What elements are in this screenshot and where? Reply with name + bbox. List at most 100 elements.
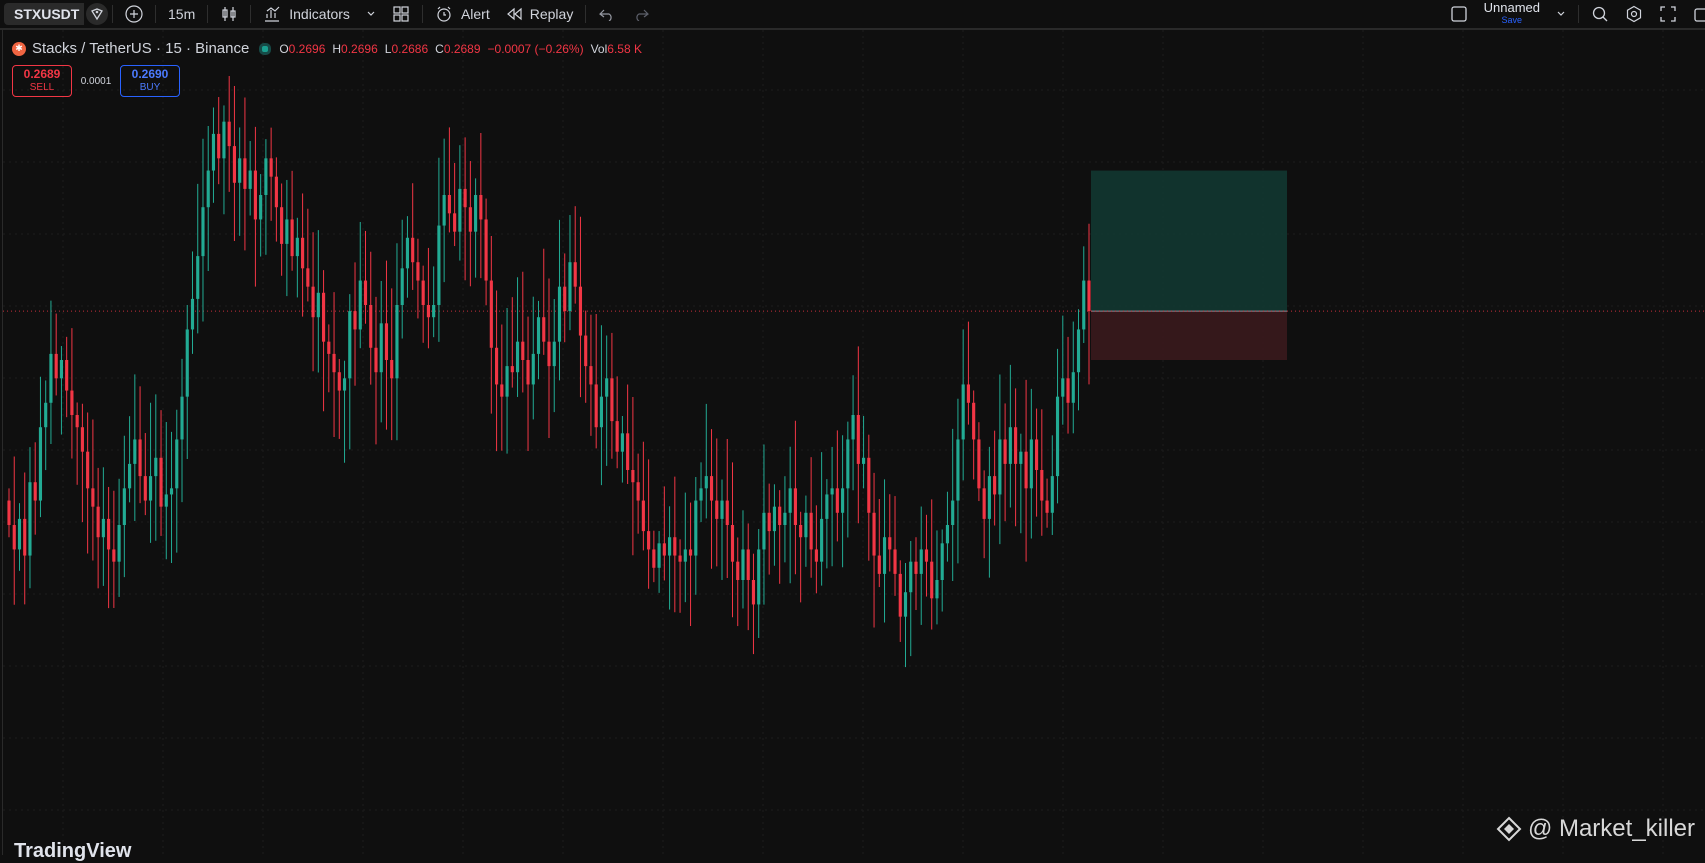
- candle-body: [746, 549, 750, 580]
- candle-body: [584, 335, 588, 367]
- symbol-title[interactable]: Stacks / TetherUS · 15 · Binance: [32, 40, 249, 57]
- candle-body: [154, 457, 158, 477]
- candle-body: [610, 378, 614, 422]
- candle-body: [1019, 451, 1023, 464]
- candle-body: [390, 360, 394, 379]
- candle-body: [159, 457, 163, 507]
- fullscreen-button[interactable]: [1651, 0, 1685, 28]
- candle-body: [930, 561, 934, 599]
- candle-body: [484, 219, 488, 281]
- indicators-dropdown[interactable]: [358, 0, 384, 28]
- candle-body: [54, 353, 58, 379]
- candle-body: [122, 488, 126, 525]
- chart-type-button[interactable]: [212, 0, 246, 28]
- replay-button[interactable]: Replay: [498, 0, 582, 28]
- chevron-down-icon: [1557, 11, 1565, 16]
- candles-series: [7, 76, 1091, 668]
- add-symbol-button[interactable]: [117, 0, 151, 28]
- candle-body: [631, 470, 635, 483]
- candle-body: [405, 237, 410, 269]
- candle-body: [442, 195, 446, 226]
- candle-body: [762, 512, 766, 550]
- templates-button[interactable]: [384, 0, 418, 28]
- candle-body: [44, 402, 48, 428]
- candle-body: [500, 384, 504, 397]
- candle-body: [673, 537, 677, 556]
- settings-button[interactable]: [1617, 0, 1651, 28]
- buy-button[interactable]: 0.2690 BUY: [120, 65, 180, 97]
- candle-body: [164, 494, 168, 507]
- candle-body: [1082, 280, 1086, 330]
- candle-body: [495, 347, 499, 385]
- candle-body: [180, 396, 184, 440]
- candle-body: [536, 317, 541, 354]
- candle-body: [374, 347, 378, 373]
- candle-body: [33, 482, 37, 501]
- search-icon: [1592, 6, 1608, 22]
- candle-body: [426, 305, 430, 318]
- layout-dropdown[interactable]: [1548, 0, 1574, 28]
- candle-body: [856, 415, 860, 464]
- candle-body: [49, 353, 53, 403]
- symbol-search-button[interactable]: STXUSDT: [4, 3, 84, 25]
- candle-body: [935, 580, 939, 599]
- candle-body: [75, 415, 79, 428]
- screenshot-button[interactable]: [1685, 0, 1705, 28]
- chart-grid: [3, 30, 1705, 855]
- tag-icon[interactable]: [86, 3, 108, 25]
- candle-body: [715, 500, 719, 519]
- indicators-icon: [265, 6, 280, 22]
- candle-body: [222, 121, 226, 159]
- open-label: O: [279, 41, 289, 56]
- candle-body: [128, 463, 132, 489]
- undo-button[interactable]: [590, 0, 624, 28]
- candle-body: [893, 549, 897, 574]
- candle-body: [411, 237, 415, 263]
- candle-body: [563, 286, 567, 312]
- candle-body: [589, 366, 593, 385]
- candle-body: [961, 384, 965, 440]
- candle-body: [148, 476, 153, 501]
- save-link[interactable]: Save: [1502, 14, 1523, 26]
- divider: [207, 5, 209, 23]
- candle-body: [730, 525, 735, 562]
- candle-body: [1066, 378, 1070, 403]
- candle-body: [919, 549, 923, 574]
- candle-body: [138, 439, 142, 477]
- candle-body: [993, 476, 997, 495]
- close-value: 0.2689: [443, 41, 481, 56]
- market-status-icon[interactable]: [259, 42, 272, 55]
- chart-pane[interactable]: [2, 30, 1705, 855]
- candle-body: [1035, 439, 1039, 470]
- interval-button[interactable]: 15m: [160, 0, 203, 28]
- candle-body: [1040, 470, 1044, 501]
- candle-body: [28, 482, 32, 556]
- layout-select-checkbox[interactable]: [1442, 0, 1476, 28]
- candle-body: [332, 353, 336, 373]
- candle-body: [688, 549, 693, 556]
- sell-button[interactable]: 0.2689 SELL: [12, 65, 72, 97]
- candle-body: [253, 170, 257, 220]
- spread-value: 0.0001: [80, 75, 112, 87]
- alert-button[interactable]: Alert: [427, 0, 498, 28]
- candle-body: [515, 341, 520, 373]
- chart-legend: ✱ Stacks / TetherUS · 15 · Binance O0.26…: [12, 40, 642, 57]
- quick-search-button[interactable]: [1583, 0, 1617, 28]
- candle-body: [851, 415, 855, 440]
- top-toolbar: STXUSDT 15m Indicators Alert Replay Unna…: [0, 0, 1705, 30]
- redo-button[interactable]: [624, 0, 658, 28]
- high-value: 0.2696: [341, 41, 378, 56]
- indicators-button[interactable]: Indicators: [255, 0, 358, 28]
- candle-body: [736, 561, 740, 580]
- rewind-icon: [506, 7, 522, 21]
- camera-icon: [1694, 8, 1705, 22]
- square-icon: [1450, 6, 1467, 22]
- candle-body: [201, 207, 205, 257]
- candle-body: [358, 280, 362, 330]
- volume-value: 6.58 K: [607, 41, 642, 56]
- candle-body: [772, 506, 777, 532]
- price-chart[interactable]: [3, 30, 1705, 855]
- layout-name-button[interactable]: Unnamed Save: [1484, 1, 1540, 26]
- candle-body: [1076, 329, 1081, 373]
- sell-label: SELL: [29, 82, 55, 93]
